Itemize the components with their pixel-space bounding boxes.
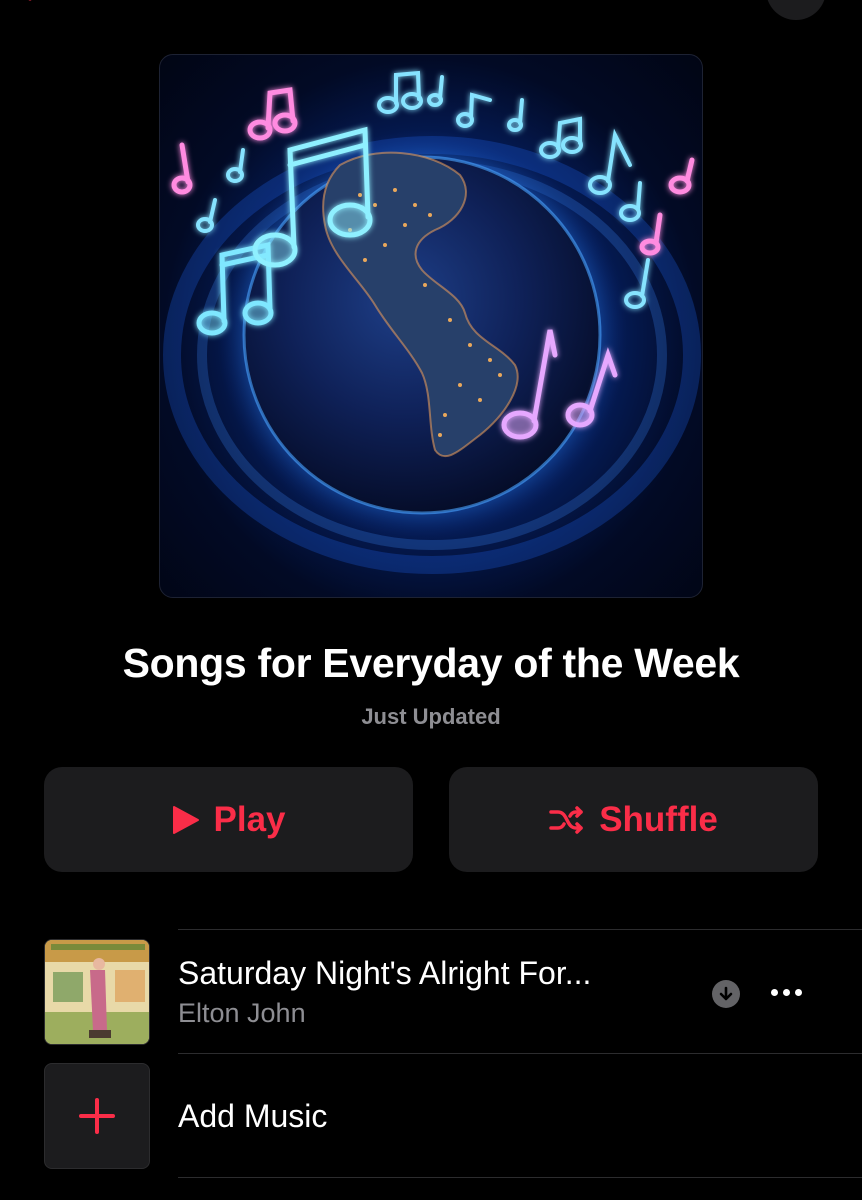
arrow-down-icon — [719, 986, 733, 1001]
play-button[interactable]: Play — [44, 767, 413, 872]
shuffle-button[interactable]: Shuffle — [449, 767, 818, 872]
shuffle-label: Shuffle — [599, 799, 718, 839]
play-label: Play — [213, 799, 286, 839]
list-top-divider — [178, 929, 862, 930]
album-art-image — [45, 940, 149, 1044]
back-chevron-icon[interactable] — [14, 0, 54, 18]
add-music-tile — [44, 1063, 150, 1169]
track-row[interactable]: Saturday Night's Alright For... Elton Jo… — [44, 939, 862, 1045]
playlist-subtitle: Just Updated — [361, 704, 501, 729]
track-text: Saturday Night's Alright For... Elton Jo… — [178, 955, 862, 1029]
dot-icon — [770, 988, 778, 996]
globe-music-artwork — [163, 70, 701, 574]
dot-icon — [794, 988, 802, 996]
more-options-button[interactable] — [766, 0, 826, 20]
add-music-label: Add Music — [178, 1097, 328, 1134]
track-title: Saturday Night's Alright For... — [178, 955, 592, 991]
row-divider — [178, 1177, 862, 1178]
playlist-title: Songs for Everyday of the Week — [122, 640, 740, 686]
playlist-screen: Songs for Everyday of the Week Just Upda… — [0, 0, 862, 1200]
playlist-artwork — [159, 54, 703, 598]
track-artist: Elton John — [178, 998, 306, 1028]
plus-icon — [79, 1098, 115, 1134]
dot-icon — [782, 988, 790, 996]
row-divider — [178, 1053, 862, 1054]
download-icon[interactable] — [712, 980, 740, 1008]
album-art-thumbnail — [44, 939, 150, 1045]
track-more-button[interactable] — [766, 977, 806, 1007]
play-icon — [172, 805, 199, 834]
shuffle-icon — [549, 805, 583, 834]
add-music-row[interactable]: Add Music — [44, 1063, 862, 1169]
